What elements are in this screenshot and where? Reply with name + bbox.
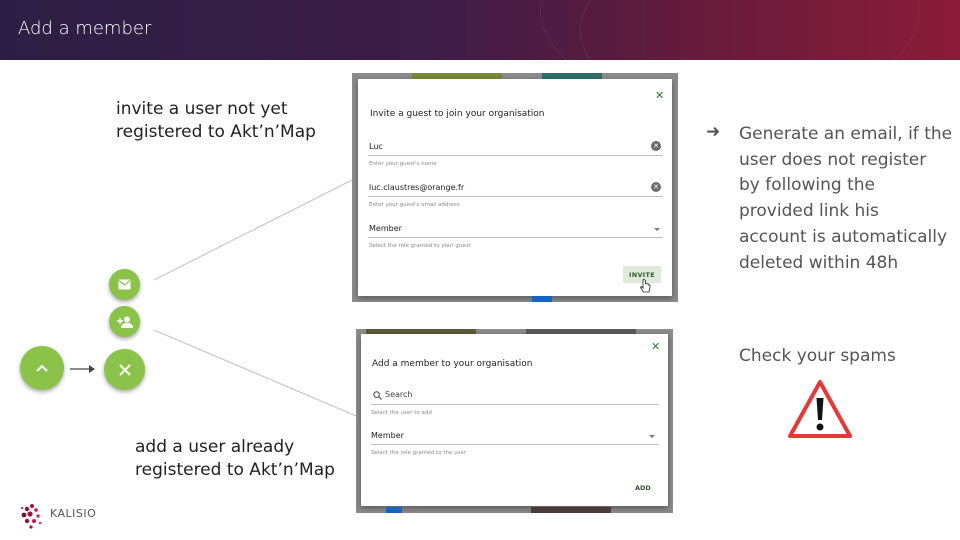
add-member-dialog: Add a member to your organisation ✕ Sear…: [361, 334, 668, 506]
note-line: by following the: [739, 175, 875, 196]
dialog-title: Invite a guest to join your organisation: [370, 109, 545, 119]
note-line: user does not register: [739, 149, 927, 170]
invite-guest-fab[interactable]: [109, 269, 140, 300]
field-hint: Select the role granted to the user: [371, 450, 467, 456]
caption-line: registered to Akt’n’Map: [116, 122, 316, 142]
warning-icon: [788, 380, 852, 438]
role-select[interactable]: Member: [371, 431, 404, 440]
chevron-up-icon: [36, 364, 48, 372]
slide-header: Add a member: [0, 0, 960, 60]
field-hint: Enter your guest's name: [369, 161, 437, 167]
search-input[interactable]: Search: [385, 390, 412, 399]
close-fab[interactable]: [104, 349, 145, 390]
connector-invite: [153, 174, 363, 281]
field-underline: [368, 237, 663, 238]
clear-icon[interactable]: ✕: [651, 182, 661, 192]
close-icon: [118, 363, 131, 376]
background-strip: [532, 296, 552, 302]
search-icon: [373, 391, 382, 400]
chevron-down-icon[interactable]: [649, 435, 655, 438]
note-line: provided link his: [739, 201, 879, 222]
mail-icon: [118, 279, 131, 290]
field-hint: Enter your guest's email address: [369, 202, 460, 208]
arrow-bullet: ➜: [706, 122, 721, 142]
close-icon[interactable]: ✕: [655, 89, 664, 102]
caption-line: registered to Akt’n’Map: [135, 460, 335, 480]
arrow-right-icon: [70, 365, 95, 373]
invite-dialog-screenshot: Invite a guest to join your organisation…: [352, 73, 678, 302]
email-note: Generate an email, if the user does not …: [739, 122, 952, 276]
clear-icon[interactable]: ✕: [651, 141, 661, 151]
invite-dialog: Invite a guest to join your organisation…: [358, 79, 672, 296]
header-decoration: [540, 0, 920, 60]
note-line: Generate an email, if the: [739, 124, 953, 144]
caption-line: invite a user not yet: [116, 99, 288, 119]
guest-email-field[interactable]: luc.claustres@orange.fr: [369, 183, 464, 192]
add-member-fab[interactable]: [109, 306, 140, 337]
guest-name-field[interactable]: Luc: [369, 142, 383, 151]
role-select[interactable]: Member: [369, 224, 402, 233]
slide-title: Add a member: [18, 18, 152, 39]
add-button[interactable]: ADD: [635, 484, 651, 492]
add-caption: add a user already registered to Akt’n’M…: [135, 436, 335, 482]
connector-add: [153, 329, 369, 422]
field-underline: [371, 404, 659, 405]
logo-text: KALISIO: [50, 507, 97, 520]
pointer-cursor-icon: [640, 279, 651, 293]
spam-note: Check your spams: [739, 346, 896, 366]
field-underline: [368, 196, 663, 197]
note-line: deleted within 48h: [739, 252, 899, 273]
invite-caption: invite a user not yet registered to Akt’…: [116, 98, 316, 144]
field-underline: [371, 444, 659, 445]
expand-fab[interactable]: [20, 346, 64, 390]
close-icon[interactable]: ✕: [651, 340, 660, 353]
chevron-down-icon[interactable]: [654, 228, 660, 231]
person-add-icon: [116, 316, 133, 328]
caption-line: add a user already: [135, 437, 295, 457]
dialog-title: Add a member to your organisation: [372, 359, 533, 369]
field-underline: [368, 155, 663, 156]
background-strip: [531, 507, 611, 513]
field-hint: Select the user to add: [371, 410, 432, 416]
kalisio-logo: [20, 504, 42, 529]
note-line: account is automatically: [739, 226, 948, 247]
add-member-dialog-screenshot: Add a member to your organisation ✕ Sear…: [356, 329, 673, 513]
background-strip: [386, 507, 402, 513]
field-hint: Select the role granted to your guest: [369, 243, 471, 249]
